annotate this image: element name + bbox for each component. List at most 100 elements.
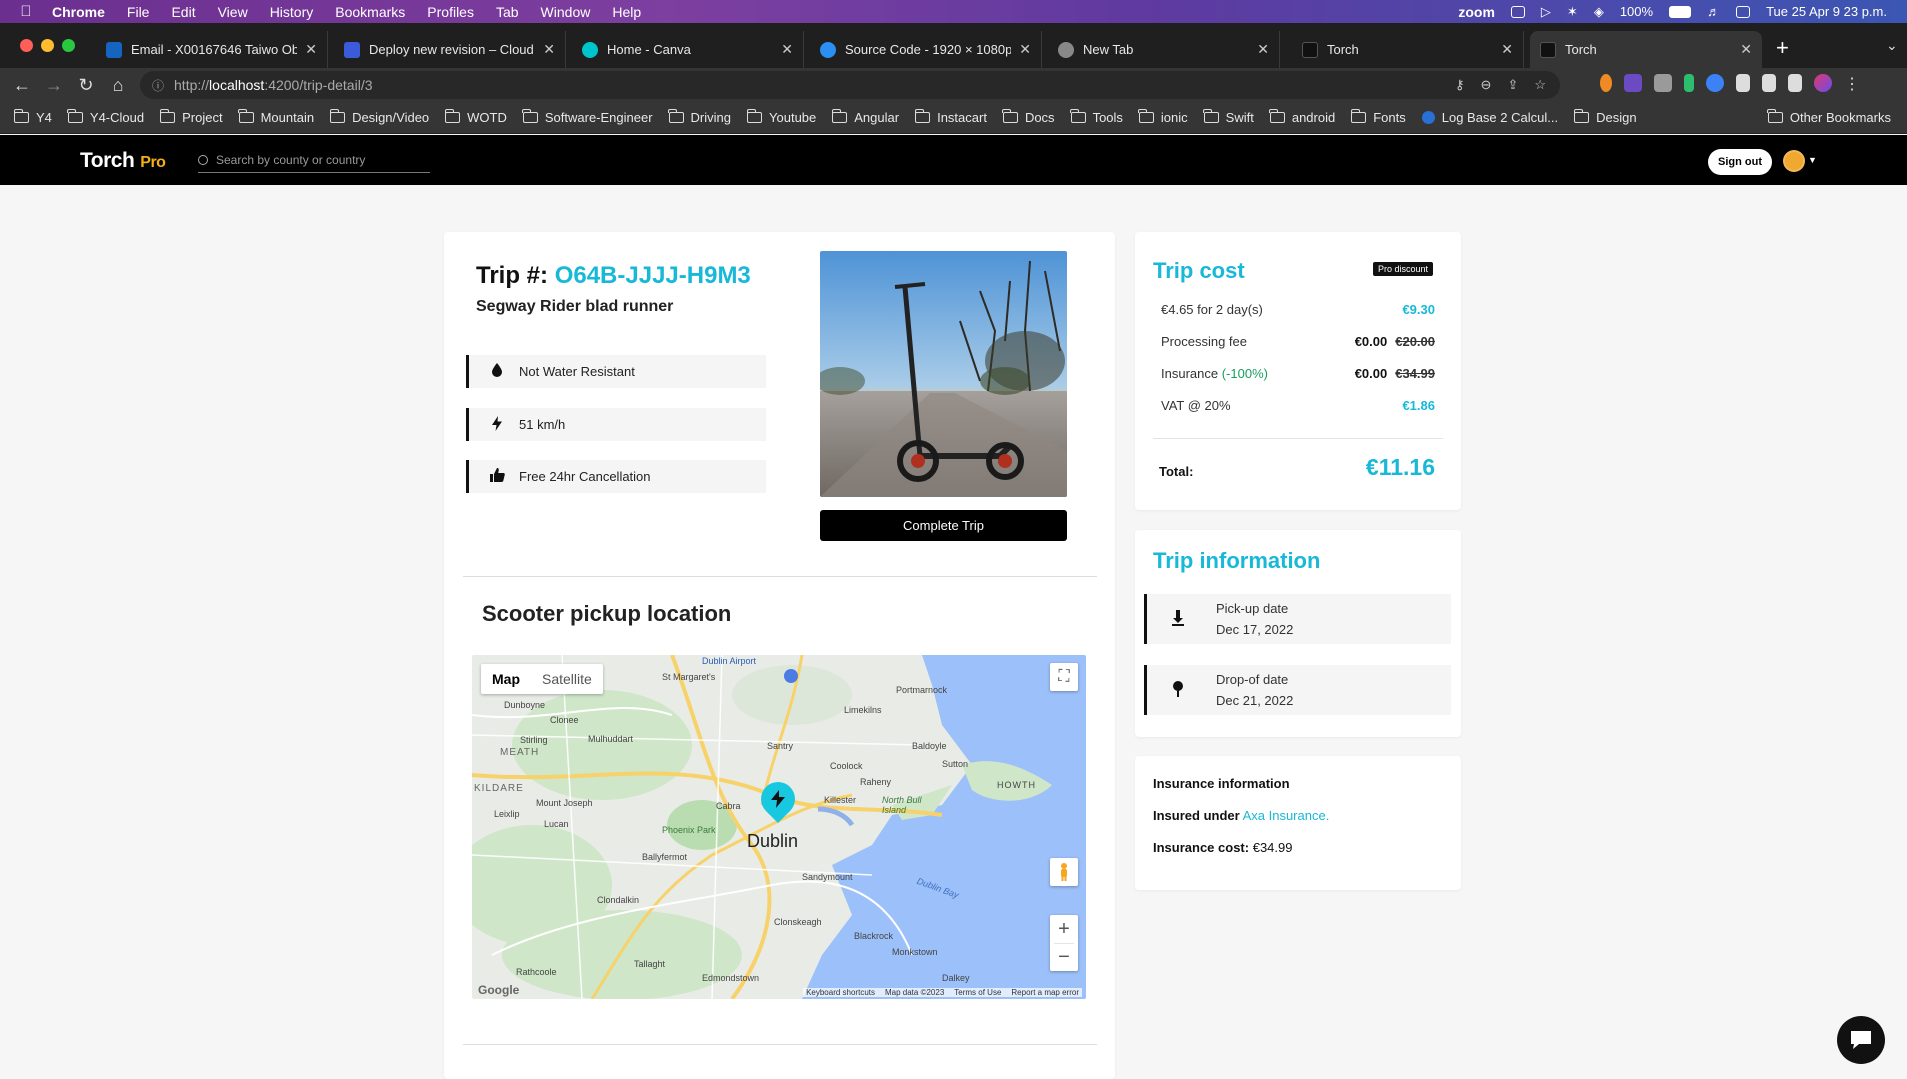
- tab-cloud-run[interactable]: Deploy new revision – Cloud Ru ✕: [334, 31, 566, 68]
- bookmark-folder[interactable]: Youtube: [746, 109, 816, 125]
- menu-file[interactable]: File: [127, 4, 150, 20]
- play-icon[interactable]: ▷: [1541, 4, 1551, 20]
- bookmark-folder[interactable]: Software-Engineer: [522, 109, 653, 125]
- extension-icon[interactable]: [1624, 74, 1642, 92]
- close-tab-icon[interactable]: ✕: [1740, 41, 1752, 58]
- site-info-icon[interactable]: ⓘ: [152, 77, 164, 94]
- forward-icon[interactable]: →: [38, 75, 70, 96]
- bookmark-folder[interactable]: Design: [1573, 109, 1637, 125]
- address-bar[interactable]: ⓘ http://localhost:4200/trip-detail/3 ⚷ …: [140, 71, 1560, 99]
- bookmark-folder[interactable]: Tools: [1070, 109, 1123, 125]
- close-tab-icon[interactable]: ✕: [543, 41, 555, 58]
- close-tab-icon[interactable]: ✕: [305, 41, 317, 58]
- menu-history[interactable]: History: [270, 4, 314, 20]
- bookmark-folder[interactable]: Fonts: [1350, 109, 1406, 125]
- battery-icon[interactable]: [1669, 5, 1692, 18]
- menu-chrome[interactable]: Chrome: [52, 4, 105, 20]
- menu-view[interactable]: View: [218, 4, 248, 20]
- home-icon[interactable]: ⌂: [102, 75, 134, 96]
- menu-icon[interactable]: ⋮: [1844, 74, 1860, 93]
- other-bookmarks[interactable]: Other Bookmarks: [1767, 109, 1891, 125]
- sign-out-button[interactable]: Sign out: [1708, 149, 1772, 175]
- close-tab-icon[interactable]: ✕: [1501, 41, 1513, 58]
- extension-icon[interactable]: [1706, 74, 1724, 92]
- volume-icon[interactable]: ♬: [1707, 4, 1720, 19]
- menu-help[interactable]: Help: [612, 4, 641, 20]
- bookmark-folder[interactable]: Driving: [668, 109, 731, 125]
- satellite-tab[interactable]: Satellite: [531, 664, 603, 694]
- bookmark-link[interactable]: Log Base 2 Calcul...: [1421, 110, 1558, 125]
- street-view-pegman-icon[interactable]: [1050, 858, 1078, 886]
- search-input[interactable]: [216, 152, 416, 167]
- puzzle-icon[interactable]: [1736, 74, 1750, 92]
- bookmark-folder[interactable]: Instacart: [914, 109, 987, 125]
- zoom-status[interactable]: zoom: [1458, 4, 1495, 20]
- terms-link[interactable]: Terms of Use: [954, 988, 1001, 997]
- report-error-link[interactable]: Report a map error: [1011, 988, 1079, 997]
- new-tab-button[interactable]: +: [1776, 35, 1789, 61]
- bookmark-folder[interactable]: ionic: [1138, 109, 1188, 125]
- extension-icon[interactable]: [1654, 74, 1672, 92]
- tab-source-code[interactable]: Source Code - 1920 × 1080px ✕: [810, 31, 1042, 68]
- tab-new-tab[interactable]: New Tab ✕: [1048, 31, 1280, 68]
- bluetooth-icon[interactable]: ✶: [1567, 4, 1578, 20]
- zoom-out-icon[interactable]: −: [1054, 943, 1074, 971]
- menu-window[interactable]: Window: [541, 4, 591, 20]
- torch-logo[interactable]: Torch Pro: [80, 149, 166, 173]
- bookmark-folder[interactable]: Y4-Cloud: [67, 109, 144, 125]
- bookmark-folder[interactable]: Angular: [831, 109, 899, 125]
- back-icon[interactable]: ←: [6, 75, 38, 96]
- zoom-window-icon[interactable]: [62, 39, 75, 52]
- close-window-icon[interactable]: [20, 39, 33, 52]
- zoom-icon[interactable]: ⊖: [1481, 77, 1492, 93]
- close-tab-icon[interactable]: ✕: [1019, 41, 1031, 58]
- chat-button[interactable]: [1837, 1016, 1885, 1064]
- zoom-in-icon[interactable]: +: [1058, 915, 1070, 943]
- share-icon[interactable]: ⇪: [1507, 77, 1518, 93]
- tab-torch-active[interactable]: Torch ✕: [1530, 31, 1762, 68]
- bookmark-folder[interactable]: Swift: [1203, 109, 1254, 125]
- keyboard-shortcuts-link[interactable]: Keyboard shortcuts: [806, 988, 875, 997]
- star-icon[interactable]: ☆: [1534, 77, 1546, 93]
- bookmark-folder[interactable]: Design/Video: [329, 109, 429, 125]
- sidebar-icon[interactable]: [1788, 74, 1802, 92]
- avatar[interactable]: [1783, 150, 1805, 172]
- chevron-down-icon[interactable]: ▼: [1808, 155, 1817, 165]
- bookmark-folder[interactable]: Y4: [13, 109, 52, 125]
- extension-icon[interactable]: [1600, 74, 1612, 92]
- control-center-icon[interactable]: [1736, 5, 1751, 18]
- pickup-map[interactable]: Map Satellite ⛶ + − Dublin Airport St Ma…: [472, 655, 1086, 999]
- map-tab[interactable]: Map: [481, 664, 531, 694]
- fullscreen-icon[interactable]: ⛶: [1050, 663, 1078, 691]
- tab-email[interactable]: Email - X00167646 Taiwo Obac ✕: [96, 31, 328, 68]
- vehicle-name: Segway Rider blad runner: [476, 298, 674, 315]
- insurer-link[interactable]: Axa Insurance.: [1243, 808, 1330, 823]
- complete-trip-button[interactable]: Complete Trip: [820, 510, 1067, 541]
- reload-icon[interactable]: ↻: [70, 75, 102, 96]
- download-icon[interactable]: [1762, 74, 1776, 92]
- key-icon[interactable]: ⚷: [1455, 77, 1465, 93]
- profile-icon[interactable]: [1814, 74, 1832, 92]
- bookmark-folder[interactable]: Docs: [1002, 109, 1055, 125]
- menu-bookmarks[interactable]: Bookmarks: [335, 4, 405, 20]
- close-tab-icon[interactable]: ✕: [781, 41, 793, 58]
- menu-profiles[interactable]: Profiles: [427, 4, 474, 20]
- total-label: Total:: [1159, 464, 1194, 479]
- apple-menu-icon[interactable]: : [0, 3, 52, 20]
- bookmark-folder[interactable]: WOTD: [444, 109, 507, 125]
- minimize-window-icon[interactable]: [41, 39, 54, 52]
- bookmark-folder[interactable]: Mountain: [238, 109, 314, 125]
- tab-canva[interactable]: Home - Canva ✕: [572, 31, 804, 68]
- menu-tab[interactable]: Tab: [496, 4, 519, 20]
- display-icon[interactable]: [1510, 5, 1525, 18]
- wifi-icon[interactable]: ◈: [1594, 4, 1604, 20]
- tab-torch[interactable]: Torch ✕: [1292, 31, 1524, 68]
- folder-icon: [522, 109, 538, 123]
- extension-icon[interactable]: [1684, 74, 1694, 92]
- tab-search-icon[interactable]: ⌄: [1886, 37, 1898, 54]
- close-tab-icon[interactable]: ✕: [1257, 41, 1269, 58]
- bookmark-folder[interactable]: android: [1269, 109, 1335, 125]
- menu-edit[interactable]: Edit: [171, 4, 195, 20]
- bookmark-folder[interactable]: Project: [159, 109, 223, 125]
- clock[interactable]: Tue 25 Apr 9 23 p.m.: [1766, 4, 1887, 19]
